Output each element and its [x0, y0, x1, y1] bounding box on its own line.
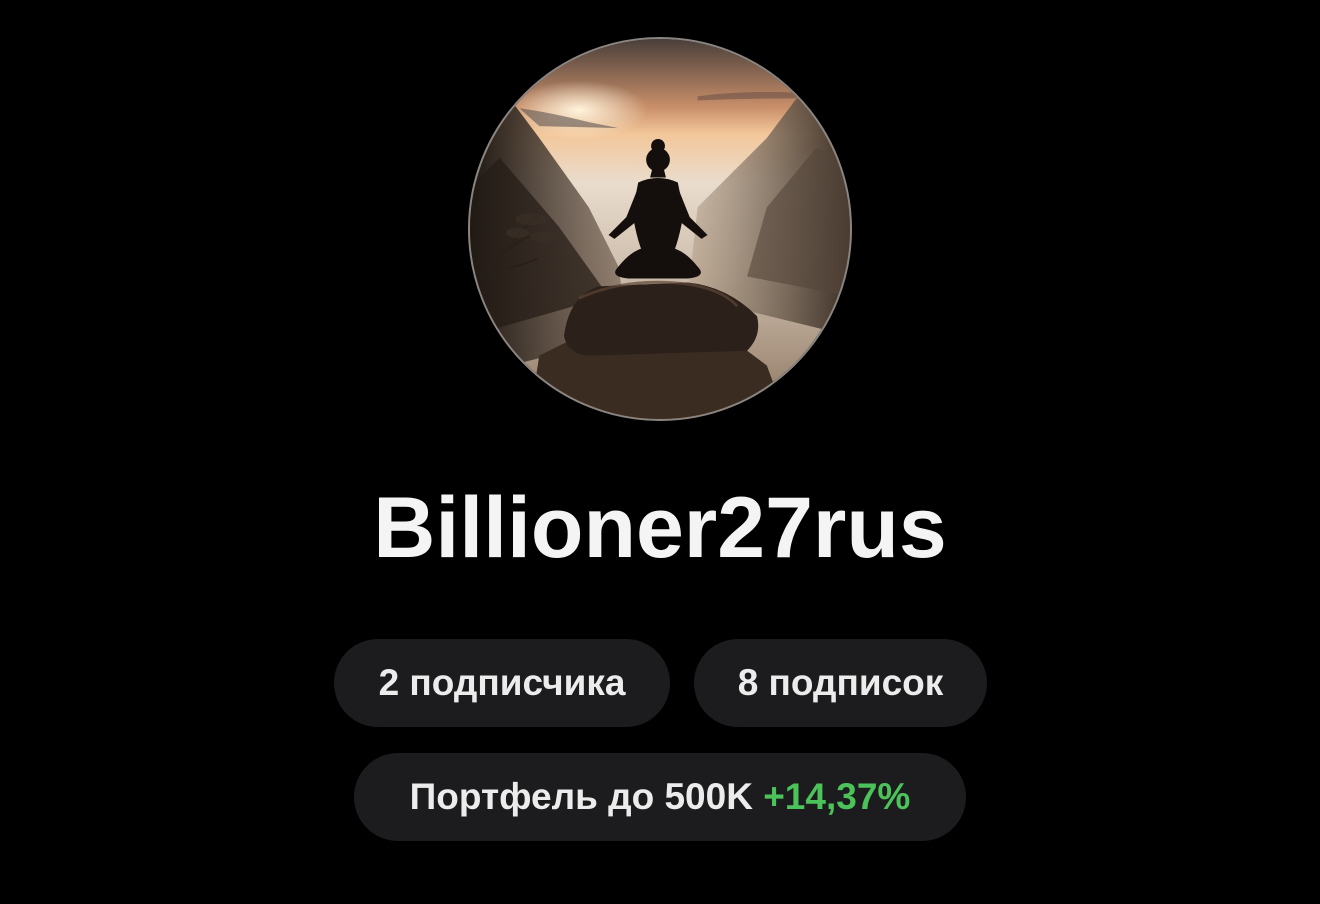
portfolio-label: Портфель до 500K: [409, 776, 753, 817]
followers-button[interactable]: 2 подписчика: [334, 639, 670, 727]
avatar[interactable]: [468, 37, 852, 421]
profile-username: Billioner27rus: [373, 480, 947, 576]
following-label: 8 подписок: [737, 662, 944, 703]
following-button[interactable]: 8 подписок: [694, 639, 987, 727]
followers-label: 2 подписчика: [378, 662, 626, 703]
portfolio-change: +14,37%: [763, 776, 911, 817]
portfolio-button[interactable]: Портфель до 500K +14,37%: [354, 753, 966, 841]
meditation-avatar-image: [470, 39, 850, 419]
